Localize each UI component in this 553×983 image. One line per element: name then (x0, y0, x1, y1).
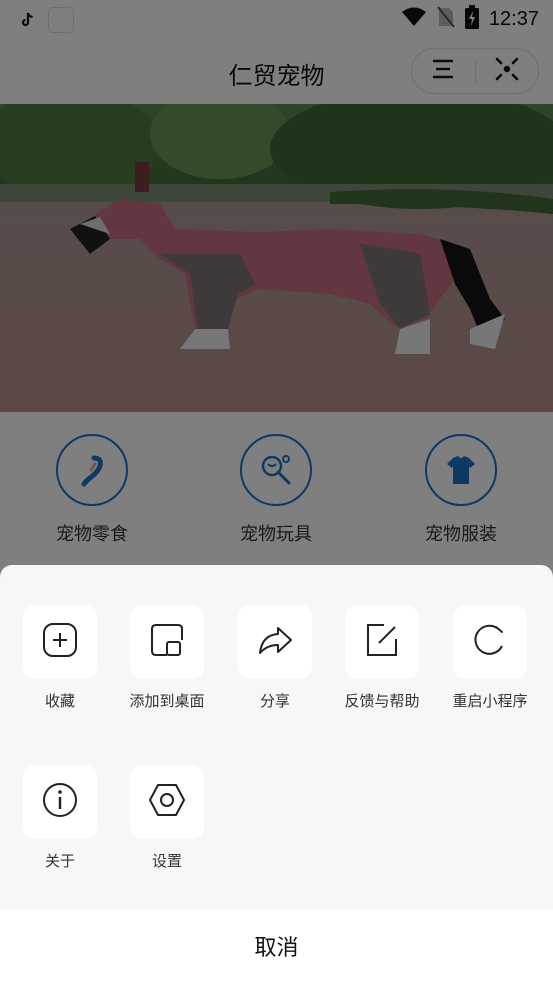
action-tile (130, 765, 204, 839)
plus-square-icon (42, 622, 78, 662)
action-label: 设置 (151, 852, 182, 870)
action-sheet: 收藏 添加到桌面 分享 反馈与帮助 重启小程序 关于 设置 取消 (0, 565, 553, 983)
action-tile (23, 605, 97, 679)
restart-mini-program-button[interactable]: 重启小程序 (436, 605, 544, 711)
feedback-icon (364, 622, 400, 662)
feedback-button[interactable]: 反馈与帮助 (328, 605, 436, 711)
action-label: 收藏 (44, 692, 75, 710)
favorite-button[interactable]: 收藏 (6, 605, 114, 711)
action-label: 关于 (44, 852, 75, 870)
action-tile (453, 605, 527, 679)
action-tile (23, 765, 97, 839)
share-button[interactable]: 分享 (221, 605, 329, 711)
restart-icon (472, 622, 508, 662)
action-tile (130, 605, 204, 679)
action-label: 反馈与帮助 (344, 692, 420, 710)
action-label: 添加到桌面 (129, 692, 205, 710)
info-icon (42, 782, 78, 822)
settings-hexagon-icon (148, 782, 186, 822)
action-label: 分享 (259, 692, 290, 710)
add-to-desktop-icon (149, 622, 185, 662)
action-label: 重启小程序 (452, 692, 528, 710)
action-tile (345, 605, 419, 679)
cancel-button[interactable]: 取消 (0, 909, 553, 983)
share-icon (257, 622, 293, 662)
action-tile (238, 605, 312, 679)
settings-button[interactable]: 设置 (113, 765, 221, 871)
about-button[interactable]: 关于 (6, 765, 114, 871)
add-to-desktop-button[interactable]: 添加到桌面 (113, 605, 221, 711)
